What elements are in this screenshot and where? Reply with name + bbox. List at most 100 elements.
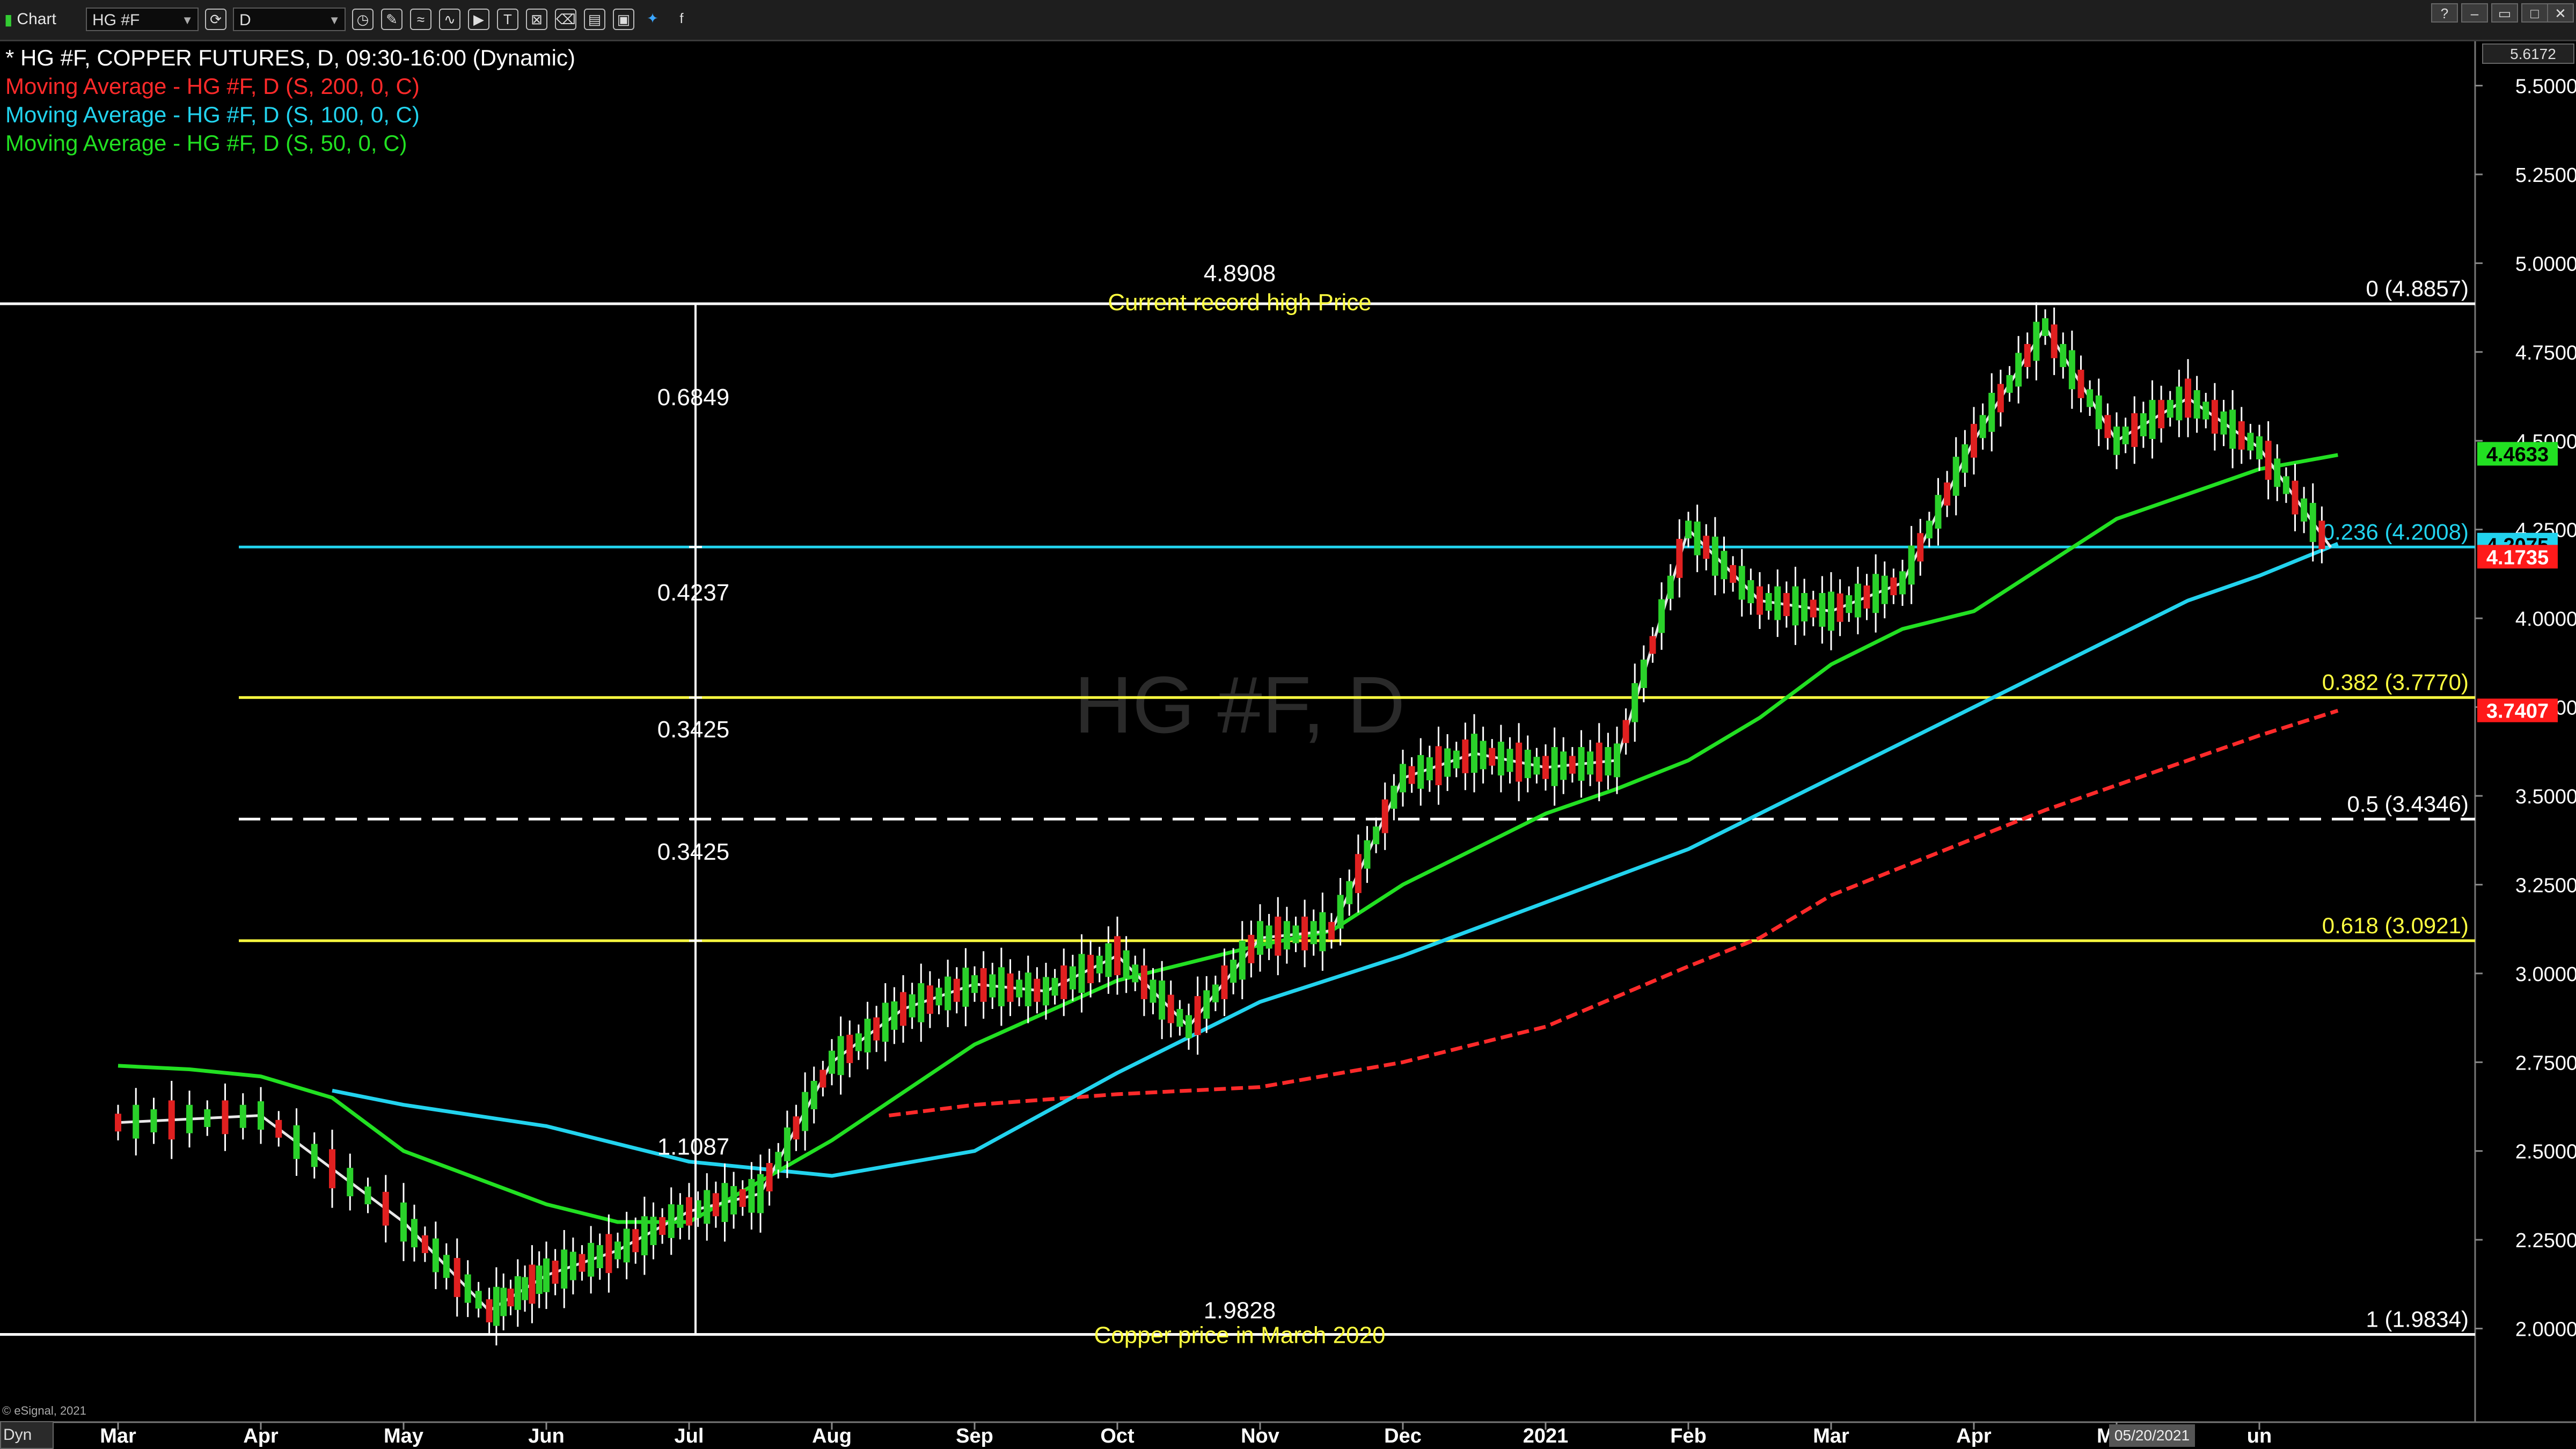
minimize-button[interactable]: –	[2461, 3, 2488, 23]
candle-body	[935, 987, 942, 1006]
restore-button[interactable]: ▭	[2491, 3, 2518, 23]
candle-body	[2015, 353, 2022, 387]
candle-body	[846, 1034, 853, 1063]
candle-body	[1310, 921, 1317, 945]
x-axis-tick-label: Jun	[528, 1425, 565, 1447]
y-axis-tick-label: 2.2500	[2515, 1230, 2576, 1252]
toolbar: ▮ Chart HG #F ▼ ⟳ D ▼ ◷ ✎ ≈ ∿ ▶ T ⊠ ⌫ ▤ ▣ …	[0, 0, 2576, 41]
candle-body	[1524, 749, 1531, 778]
x-axis-tick-label: Apr	[1956, 1425, 1992, 1447]
eraser-icon[interactable]: ⌫	[555, 9, 576, 30]
y-axis-tick-label: 3.2500	[2515, 874, 2576, 897]
candle-body	[2167, 400, 2174, 418]
price-chart[interactable]: HG #F, D 0 (4.8857) 0.236 (4.2008) 0.382 (…	[0, 41, 2576, 1449]
candle-body	[1935, 495, 1942, 529]
close-button[interactable]: ✕	[2547, 3, 2574, 23]
candle-body	[1078, 954, 1085, 993]
candle-body	[1221, 965, 1228, 999]
crosshair-icon[interactable]: ⊠	[526, 9, 547, 30]
candle-body	[1685, 521, 1692, 539]
candle-body	[536, 1265, 543, 1294]
y-axis-tick-label: 5.0000	[2515, 253, 2576, 275]
help-button[interactable]: ?	[2431, 3, 2458, 23]
candle-body	[1854, 583, 1861, 618]
candle-body	[1721, 551, 1728, 580]
facebook-icon[interactable]: f	[671, 9, 692, 30]
candle-body	[1711, 536, 1718, 576]
symbol-input[interactable]: HG #F ▼	[86, 8, 199, 31]
march-low-caption: Copper price in March 2020	[1094, 1322, 1386, 1349]
candle-body	[2087, 389, 2094, 407]
candle-body	[1730, 565, 1737, 583]
candle-body	[739, 1189, 746, 1207]
candle-body	[2024, 343, 2031, 367]
candle-body	[2095, 395, 2102, 429]
candle-body	[1899, 571, 1906, 595]
candle-body	[1194, 996, 1201, 1035]
candle-body	[659, 1217, 666, 1235]
moving-average-line	[888, 708, 2339, 1118]
legend-entry[interactable]: * HG #F, COPPER FUTURES, D, 09:30-16:00 …	[5, 44, 575, 72]
chart-icon: ▮	[4, 11, 13, 28]
candle-body	[2122, 426, 2129, 444]
dyn-toggle-button[interactable]: Dyn	[0, 1421, 54, 1449]
maximize-button[interactable]: □	[2521, 3, 2548, 23]
y-axis-tick-label: 4.7500	[2515, 342, 2576, 364]
x-axis-tick-label: 2021	[1523, 1425, 1569, 1447]
chevron-down-icon[interactable]: ▼	[181, 9, 193, 32]
legend-entry[interactable]: Moving Average - HG #F, D (S, 100, 0, C)	[5, 101, 420, 129]
candle-body	[1596, 742, 1602, 782]
candle-body	[926, 985, 933, 1014]
candle-body	[258, 1101, 264, 1130]
text-tool-icon[interactable]: T	[497, 9, 518, 30]
candle-body	[945, 976, 952, 1011]
candle-body	[2247, 433, 2254, 451]
candle-body	[588, 1242, 595, 1277]
refresh-icon[interactable]: ⟳	[205, 9, 226, 30]
candle-body	[1587, 751, 1594, 775]
candle-body	[2292, 480, 2299, 515]
candle-body	[1435, 746, 1442, 786]
candle-body	[793, 1116, 800, 1140]
candle-body	[493, 1286, 500, 1326]
candle-body	[1230, 960, 1237, 983]
price-tag-label: 3.7407	[2486, 700, 2549, 723]
candle-body	[552, 1261, 559, 1284]
candle-body	[239, 1104, 246, 1128]
legend-entry[interactable]: Moving Average - HG #F, D (S, 50, 0, C)	[5, 129, 407, 157]
candle-body	[222, 1100, 229, 1135]
candle-body	[873, 1017, 880, 1041]
play-icon[interactable]: ▶	[468, 9, 489, 30]
candle-body	[1792, 586, 1799, 626]
y-axis-tick-label: 5.2500	[2515, 164, 2576, 187]
candle-body	[1043, 977, 1049, 1006]
interval-input[interactable]: D ▼	[233, 8, 346, 31]
image-icon[interactable]: ▣	[613, 9, 634, 30]
candle-body	[1105, 943, 1112, 977]
pencil-icon[interactable]: ✎	[381, 9, 402, 30]
clock-icon[interactable]: ◷	[352, 9, 374, 30]
candle-body	[704, 1190, 711, 1224]
twitter-icon[interactable]: ✦	[642, 9, 663, 30]
candle-body	[1123, 950, 1130, 979]
candle-body	[1140, 965, 1147, 999]
candle-body	[579, 1254, 586, 1272]
candle-body	[2220, 411, 2227, 435]
draw-tools-icon[interactable]: ≈	[410, 9, 431, 30]
y-axis-tick-label: 3.5000	[2515, 786, 2576, 808]
x-axis-tick-label: Jul	[675, 1425, 704, 1447]
chevron-down-icon[interactable]: ▼	[328, 9, 340, 32]
candle-body	[443, 1255, 450, 1278]
candle-body	[2104, 415, 2111, 438]
curve-icon[interactable]: ∿	[439, 9, 460, 30]
fib-level-label: 0.5 (3.4346)	[2347, 791, 2469, 816]
chart-app-label: ▮ Chart	[4, 10, 56, 28]
record-high-caption: Current record high Price	[1108, 289, 1372, 316]
candle-body	[766, 1163, 773, 1191]
candle-body	[1783, 592, 1790, 616]
x-axis-tick-label: Mar	[100, 1425, 136, 1447]
candle-body	[2318, 521, 2325, 550]
legend-entry[interactable]: Moving Average - HG #F, D (S, 200, 0, C)	[5, 72, 420, 100]
price-tag-label: 4.4633	[2486, 444, 2549, 466]
layers-icon[interactable]: ▤	[584, 9, 605, 30]
